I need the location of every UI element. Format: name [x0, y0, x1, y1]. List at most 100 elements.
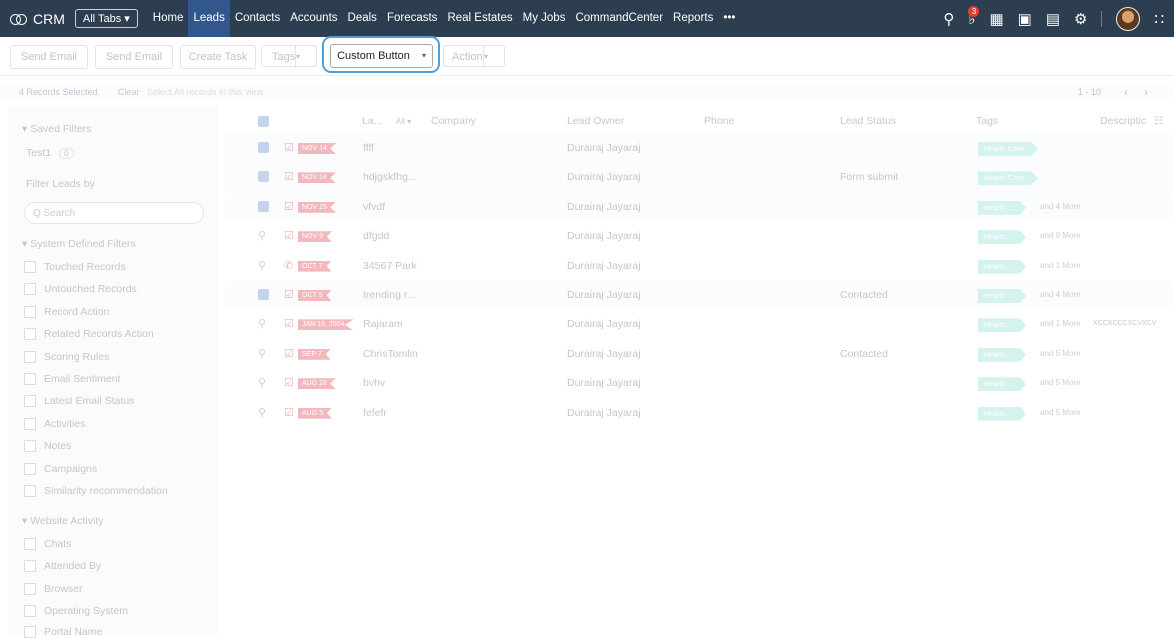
action-button[interactable]: Action ▾ — [443, 45, 505, 68]
tab-forecasts[interactable]: Forecasts — [382, 0, 443, 37]
checkbox[interactable] — [24, 605, 36, 617]
column-tags[interactable]: Tags — [976, 115, 998, 127]
lead-name-link[interactable]: dfgdd — [363, 230, 389, 242]
lead-name-link[interactable]: hdjgskfhg... — [363, 171, 417, 183]
next-page-icon[interactable]: › — [1144, 82, 1148, 102]
column-description[interactable]: Descriptic — [1100, 115, 1146, 127]
filter-similarity-recommendation[interactable]: Similarity recommendation — [24, 485, 168, 497]
checkbox[interactable] — [24, 538, 36, 550]
column-lead-status[interactable]: Lead Status — [840, 115, 896, 127]
task-icon[interactable]: ☑ — [284, 170, 294, 183]
tab-reports[interactable]: Reports — [668, 0, 718, 37]
gear-icon[interactable]: ⚙ — [1074, 10, 1087, 28]
filter-related-records-action[interactable]: Related Records Action — [24, 328, 154, 340]
send-email-button[interactable]: Send Email — [10, 45, 88, 69]
search-icon[interactable]: ⚲ — [943, 10, 954, 28]
table-row[interactable]: ⚲ ☑ AUG 3 fefefr Durairaj Jayaraj Health... an… — [225, 399, 1174, 428]
row-checkbox[interactable] — [258, 171, 269, 183]
checkbox[interactable] — [24, 560, 36, 572]
tag-chip[interactable]: Health Care — [978, 142, 1039, 156]
more-tags-link[interactable]: and 1 More — [1040, 261, 1080, 270]
task-icon[interactable]: ☑ — [284, 317, 294, 330]
tag-chip[interactable]: Health... — [978, 289, 1026, 303]
call-icon[interactable]: ✆ — [284, 259, 293, 272]
lead-name-link[interactable]: vfvdf — [363, 201, 385, 213]
all-tabs-button[interactable]: All Tabs ▾ — [74, 9, 138, 28]
task-icon[interactable]: ☑ — [284, 200, 294, 213]
lead-name-link[interactable]: ffff — [363, 142, 374, 154]
filter-record-action[interactable]: Record Action — [24, 306, 109, 318]
task-icon[interactable]: ☑ — [284, 141, 294, 154]
more-tags-link[interactable]: and 5 More — [1040, 349, 1080, 358]
filter-untouched-records[interactable]: Untouched Records — [24, 283, 137, 295]
tab-contacts[interactable]: Contacts — [230, 0, 285, 37]
tag-chip[interactable]: Health... — [978, 347, 1026, 362]
saved-filter-test1[interactable]: Test1 0 — [26, 147, 74, 159]
table-row[interactable]: ⚲ ☑ NOV 9 dfgdd Durairaj Jayaraj Health... and… — [225, 222, 1174, 251]
row-checkbox[interactable] — [258, 142, 269, 153]
task-icon[interactable]: ☑ — [284, 406, 294, 419]
filter-notes[interactable]: Notes — [24, 440, 71, 452]
tag-chip[interactable]: Health... — [978, 318, 1026, 333]
more-tags-link[interactable]: and 4 More — [1040, 290, 1080, 299]
filter-attended-by[interactable]: Attended By — [24, 560, 101, 572]
checkbox[interactable] — [24, 373, 36, 385]
tag-chip[interactable]: Health... — [978, 377, 1026, 392]
crm-logo[interactable]: CRM — [10, 11, 65, 27]
action-dropdown-icon[interactable]: ▾ — [483, 46, 504, 68]
apps-grid-icon[interactable]: ∷ — [1154, 10, 1164, 28]
filter-scoring-rules[interactable]: Scoring Rules — [24, 351, 109, 363]
checkbox[interactable] — [24, 440, 36, 452]
checkbox[interactable] — [24, 418, 36, 430]
tags-dropdown-icon[interactable]: ▾ — [295, 46, 316, 68]
marketplace-icon[interactable]: ▤ — [1046, 10, 1060, 28]
filter-campaigns[interactable]: Campaigns — [24, 463, 97, 475]
checkbox[interactable] — [24, 485, 36, 497]
table-row[interactable]: ☑ NOV 14 ffff Durairaj Jayaraj Health Care — [225, 134, 1174, 163]
lead-name-link[interactable]: trending r... — [363, 289, 416, 301]
checkbox[interactable] — [24, 463, 36, 475]
tab-more[interactable]: ••• — [718, 0, 740, 37]
calendar-add-icon[interactable]: ▦ — [989, 10, 1003, 28]
setup-icon[interactable]: ▣ — [1018, 10, 1032, 28]
table-row[interactable]: ☑ NOV 14 hdjgskfhg... Durairaj Jayaraj Form … — [225, 163, 1174, 193]
filter-search-input[interactable]: Q Search — [24, 202, 204, 224]
custom-button[interactable]: Custom Button — [330, 44, 417, 68]
tab-my-jobs[interactable]: My Jobs — [518, 0, 571, 37]
notification-bell-icon[interactable]: ♭ 3 — [968, 5, 980, 28]
checkbox[interactable] — [24, 283, 36, 295]
columns-settings-icon[interactable]: ☷ — [1154, 115, 1163, 127]
lead-name-link[interactable]: Rajaram — [363, 318, 403, 330]
task-icon[interactable]: ☑ — [284, 288, 294, 301]
tag-chip[interactable]: Health... — [978, 200, 1026, 215]
saved-filters-header[interactable]: ▾ Saved Filters — [22, 123, 91, 135]
filter-operating-system[interactable]: Operating System — [24, 605, 128, 617]
task-icon[interactable]: ☑ — [284, 229, 294, 242]
filter-portal-name[interactable]: Portal Name — [24, 626, 102, 638]
checkbox[interactable] — [24, 583, 36, 595]
checkbox[interactable] — [24, 395, 36, 407]
filter-touched-records[interactable]: Touched Records — [24, 261, 126, 273]
tab-real-estates[interactable]: Real Estates — [442, 0, 517, 37]
tags-button[interactable]: Tags ▾ — [261, 45, 317, 68]
system-defined-filters-header[interactable]: ▾ System Defined Filters — [22, 238, 136, 250]
more-tags-link[interactable]: and 9 More — [1040, 231, 1080, 240]
send-email-button-2[interactable]: Send Email — [95, 45, 173, 69]
column-phone[interactable]: Phone — [704, 115, 734, 127]
row-checkbox[interactable] — [258, 200, 269, 212]
more-tags-link[interactable]: and 4 More — [1040, 202, 1080, 211]
checkbox[interactable] — [24, 626, 36, 638]
table-row[interactable]: ⚲ ☑ JAN 18, 2024 Rajaram Durairaj Jayaraj Hea… — [225, 310, 1174, 339]
more-tags-link[interactable]: and 1 More — [1040, 319, 1080, 328]
tag-chip[interactable]: Health... — [978, 230, 1026, 245]
avatar[interactable] — [1116, 6, 1141, 31]
more-tags-link[interactable]: and 5 More — [1040, 378, 1080, 387]
tab-accounts[interactable]: Accounts — [285, 0, 342, 37]
tag-chip[interactable]: Health... — [978, 406, 1026, 421]
tag-chip[interactable]: Health Care — [978, 171, 1039, 186]
prev-page-icon[interactable]: ‹ — [1124, 82, 1128, 102]
table-row[interactable]: ⚲ ✆ OCT 7 34567 Park Durairaj Jayaraj Health.… — [225, 252, 1174, 281]
select-all-link[interactable]: Select All records in this view — [147, 82, 263, 102]
lead-name-link[interactable]: bvhv — [363, 377, 385, 389]
checkbox[interactable] — [24, 351, 36, 363]
